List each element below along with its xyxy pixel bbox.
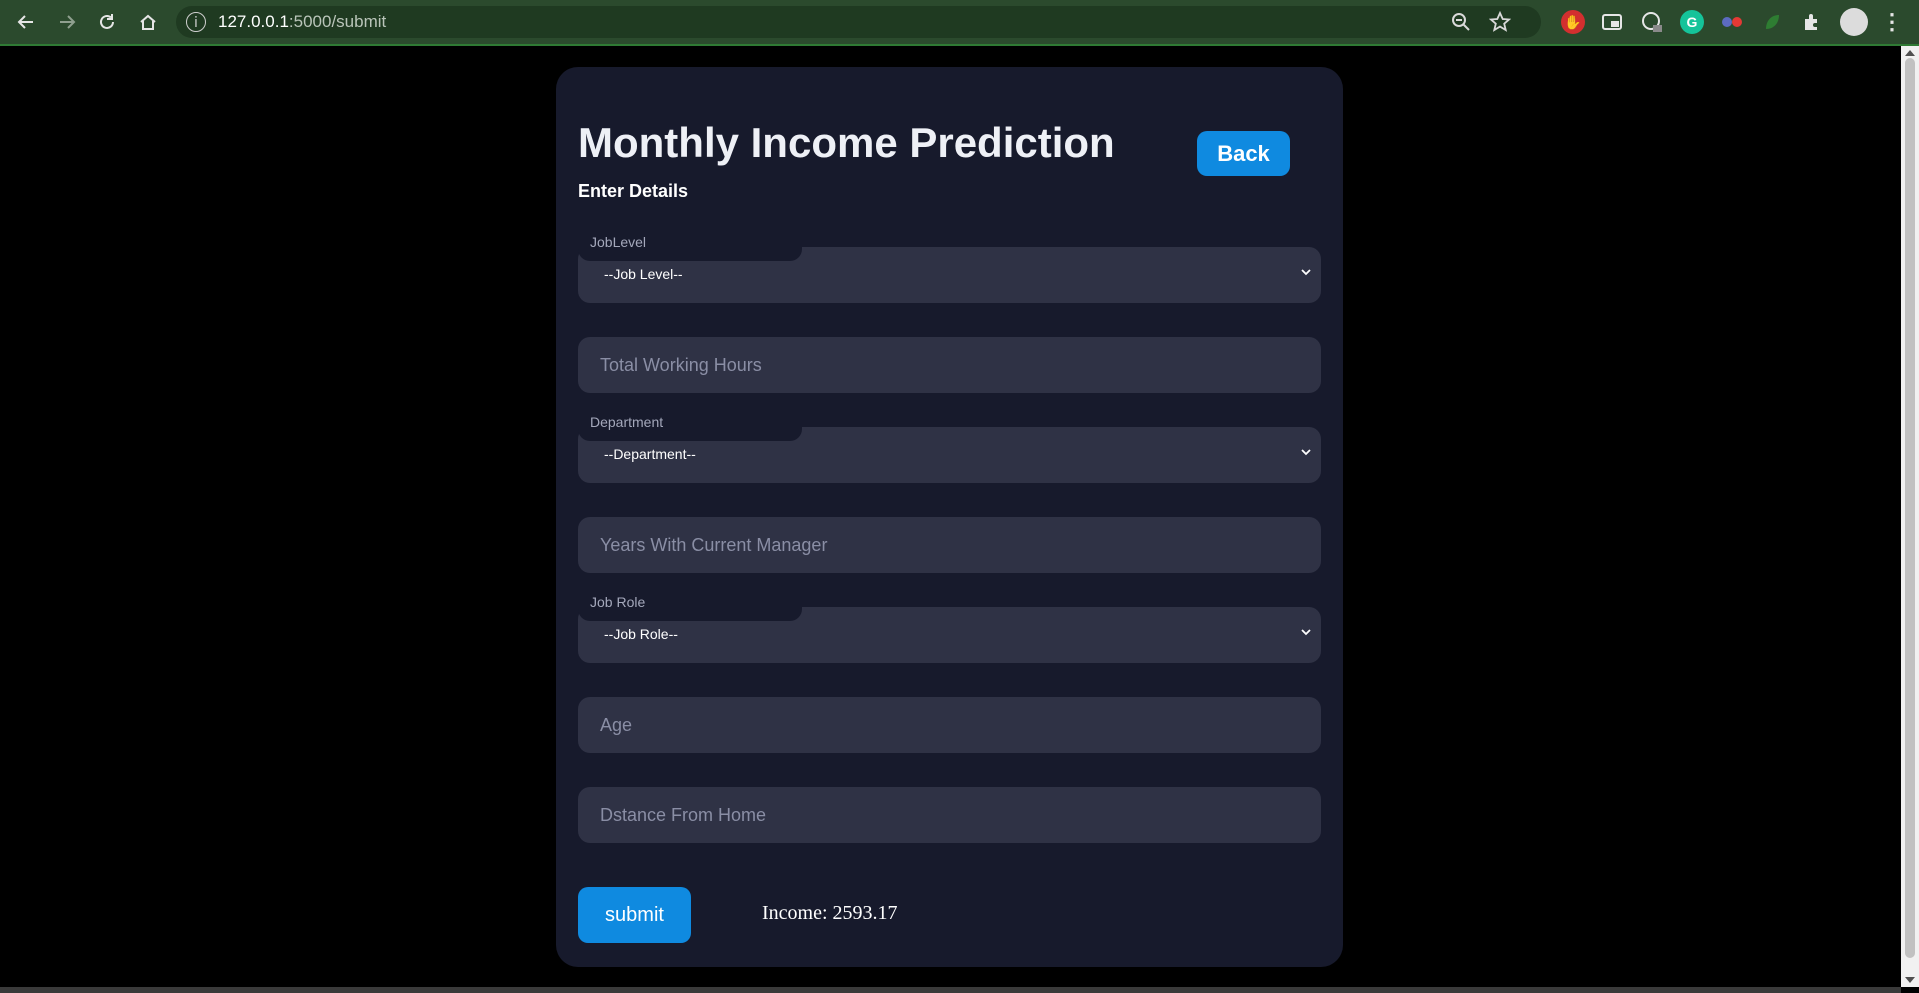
chevron-down-icon — [1301, 269, 1311, 276]
department-selected: --Department-- — [604, 446, 696, 462]
menu-kebab-icon[interactable]: ⋮ — [1880, 9, 1904, 34]
zoom-icon[interactable] — [1451, 12, 1471, 37]
extensions-puzzle-icon[interactable] — [1800, 10, 1824, 34]
horizontal-scrollbar[interactable] — [0, 987, 1901, 993]
url-text: 127.0.0.1:5000/submit — [218, 12, 386, 32]
glasses-extension-icon[interactable] — [1720, 10, 1744, 34]
forward-arrow-icon[interactable] — [53, 8, 81, 36]
scroll-thumb[interactable] — [1905, 58, 1915, 958]
chevron-down-icon — [1301, 449, 1311, 456]
job-level-label: JobLevel — [590, 234, 647, 250]
total-working-hours-field[interactable] — [578, 337, 1321, 393]
url-path: :5000/submit — [288, 12, 387, 31]
scroll-up-arrow-icon[interactable] — [1905, 50, 1915, 56]
prediction-card: Monthly Income Prediction Back Enter Det… — [556, 67, 1343, 967]
job-role-label: Job Role — [590, 594, 646, 610]
income-result: Income: 2593.17 — [762, 902, 898, 924]
extension-loading-icon[interactable] — [1640, 10, 1664, 34]
total-working-hours-input[interactable] — [578, 337, 1321, 393]
age-field[interactable] — [578, 697, 1321, 753]
page-title: Monthly Income Prediction — [578, 119, 1115, 166]
grammarly-icon[interactable]: G — [1680, 10, 1704, 34]
leaf-extension-icon[interactable] — [1760, 10, 1784, 34]
profile-avatar-icon[interactable] — [1840, 8, 1868, 36]
picture-in-picture-icon[interactable] — [1600, 10, 1624, 34]
chevron-down-icon — [1301, 629, 1311, 636]
job-level-selected: --Job Level-- — [604, 266, 683, 282]
back-arrow-icon[interactable] — [12, 8, 40, 36]
form-subtitle: Enter Details — [578, 181, 689, 201]
address-bar[interactable]: i 127.0.0.1:5000/submit — [176, 6, 1541, 38]
bookmark-star-icon[interactable] — [1488, 10, 1512, 38]
page-scrollbar[interactable] — [1901, 46, 1919, 987]
department-label: Department — [590, 414, 664, 430]
reload-icon[interactable] — [93, 8, 121, 36]
age-input[interactable] — [578, 697, 1321, 753]
back-button[interactable]: Back — [1197, 131, 1290, 176]
years-with-manager-input[interactable] — [578, 517, 1321, 573]
distance-from-home-field[interactable] — [578, 787, 1321, 843]
scroll-down-arrow-icon[interactable] — [1905, 977, 1915, 983]
home-icon[interactable] — [134, 8, 162, 36]
site-info-icon[interactable]: i — [186, 12, 206, 32]
job-role-selected: --Job Role-- — [604, 626, 678, 642]
distance-from-home-input[interactable] — [578, 787, 1321, 843]
adblock-extension-icon[interactable]: ✋ — [1561, 10, 1585, 34]
submit-button[interactable]: submit — [578, 887, 691, 943]
url-host: 127.0.0.1 — [218, 12, 289, 31]
years-with-manager-field[interactable] — [578, 517, 1321, 573]
browser-toolbar: i 127.0.0.1:5000/submit ✋ G ⋮ — [0, 0, 1919, 46]
